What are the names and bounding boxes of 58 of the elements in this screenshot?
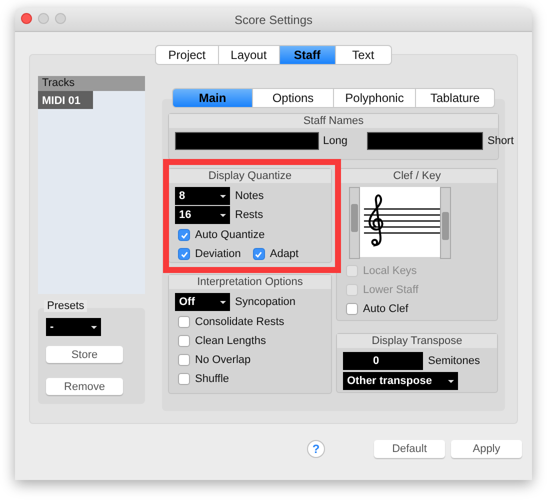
checkbox-label: Adapt	[270, 248, 299, 260]
tab[interactable]: Staff	[280, 45, 336, 65]
name-field[interactable]	[175, 132, 319, 150]
checkbox[interactable]	[178, 354, 190, 366]
dropdown[interactable]: Off	[175, 293, 230, 311]
group-title: Staff Names	[169, 114, 498, 128]
close-button[interactable]	[21, 13, 32, 24]
checkbox-label: Shuffle	[195, 373, 230, 385]
checkbox-label: Local Keys	[363, 265, 417, 277]
dropdown-label: Rests	[235, 209, 264, 221]
checkbox[interactable]	[178, 248, 190, 260]
dropdown-label: Notes	[235, 190, 264, 202]
group-title: Display Transpose	[337, 334, 497, 348]
checkbox-label: Auto Clef	[363, 303, 408, 315]
checkbox[interactable]	[178, 229, 190, 241]
window-title: Score Settings	[234, 12, 313, 26]
preset-dropdown[interactable]: -	[46, 318, 101, 336]
group-title: Interpretation Options	[169, 275, 331, 289]
checkbox[interactable]	[346, 303, 358, 315]
dropdown-label: Syncopation	[235, 296, 296, 308]
checkbox[interactable]	[178, 316, 190, 328]
checkbox-label: Consolidate Rests	[195, 316, 284, 328]
stepper-label: Semitones	[428, 355, 480, 367]
checkbox-label: Lower Staff	[363, 284, 418, 296]
group-title: Display Quantize	[169, 169, 331, 183]
tab[interactable]: Polyphonic	[334, 88, 416, 108]
checkbox-label: No Overlap	[195, 354, 251, 366]
field-label: Short	[487, 135, 514, 147]
scrollbar[interactable]	[349, 187, 360, 259]
tab[interactable]: Main	[172, 88, 253, 108]
checkbox[interactable]	[178, 335, 190, 347]
checkbox[interactable]	[178, 373, 190, 385]
help-button[interactable]: ?	[307, 440, 325, 458]
dialog-button[interactable]: Apply	[451, 440, 522, 458]
checkbox-label: Clean Lengths	[195, 335, 266, 347]
semitones-stepper[interactable]: 0	[343, 352, 423, 370]
tab[interactable]: Layout	[218, 45, 280, 65]
tab[interactable]: Text	[336, 45, 392, 65]
field-label: Long	[323, 135, 348, 147]
preset-button[interactable]: Remove	[46, 378, 123, 395]
tab[interactable]: Project	[155, 45, 219, 65]
track-item[interactable]: MIDI 01	[38, 91, 93, 109]
checkbox-label: Auto Quantize	[195, 229, 265, 241]
zoom-button[interactable]	[55, 13, 66, 24]
minimize-button[interactable]	[38, 13, 49, 24]
dialog-button[interactable]: Default	[374, 440, 445, 458]
name-field[interactable]	[367, 132, 484, 150]
scrollbar[interactable]	[440, 187, 451, 259]
checkbox[interactable]	[252, 248, 265, 260]
tab[interactable]: Options	[253, 88, 334, 108]
tab[interactable]: Tablature	[416, 88, 495, 108]
preset-button[interactable]: Store	[46, 346, 123, 363]
list-header: Tracks	[38, 76, 145, 91]
dropdown[interactable]: 8	[175, 187, 230, 205]
dropdown[interactable]: 16	[175, 206, 230, 224]
group-title: Presets	[44, 300, 88, 312]
checkbox-label: Deviation	[195, 248, 241, 260]
transpose-dropdown[interactable]: Other transpose	[343, 372, 458, 390]
